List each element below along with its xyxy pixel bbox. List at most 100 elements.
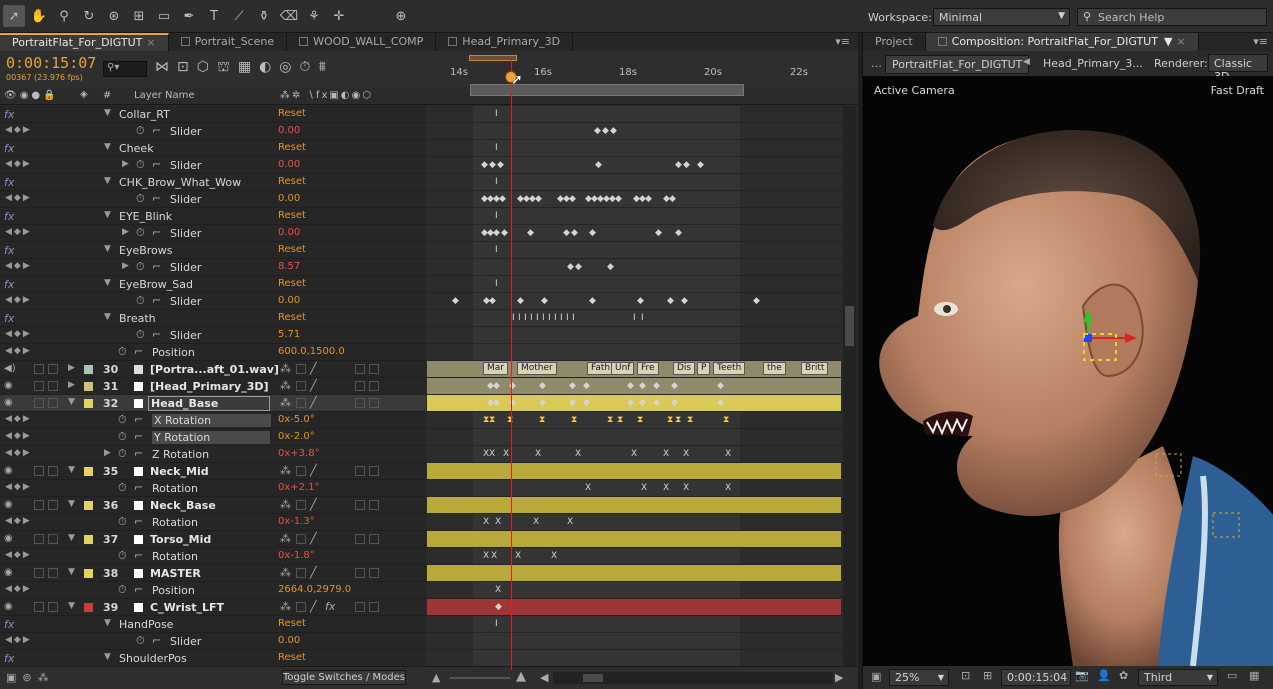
graph-icon[interactable]: ⌐ [152,328,161,341]
keyframe[interactable]: ◆ [697,160,704,170]
keyframe-track[interactable]: I [427,106,841,123]
keyframe-track[interactable]: I [427,208,841,225]
keyframe[interactable]: ◆ [655,228,662,238]
layer-row[interactable]: ◉ ▼ 39 C_Wrist_LFT ⁂ ╱ fx [0,599,426,616]
adjustment-switch[interactable] [369,602,379,612]
keyframe-track[interactable]: ◆ ◆ ◆ [427,259,841,276]
audio-marker[interactable]: Fre [637,362,659,375]
keyframe[interactable]: ◆ [683,160,690,170]
keyframe-track[interactable] [427,633,841,650]
motion-blur-switch[interactable] [355,500,365,510]
layer-name[interactable]: [Portra...aft_01.wav] [150,363,279,376]
twirl-right-icon[interactable]: ▶ [104,448,111,458]
effect-row[interactable]: fx ▼ HandPose Reset [0,616,426,633]
graph-icon[interactable]: ⌐ [134,413,143,426]
twirl-down-icon[interactable]: ▼ [68,601,75,611]
fast-previews-icon[interactable]: ▭ [1227,669,1237,682]
current-time[interactable]: 0:00:15:07 [6,54,96,72]
effect-row[interactable]: fx ▼ Cheek Reset [0,140,426,157]
audio-marker[interactable]: P [697,362,711,375]
solo-box[interactable] [34,534,44,544]
collapse-switch[interactable] [296,466,306,476]
twirl-down-icon[interactable]: ▼ [104,176,111,186]
layer-search-input[interactable]: ⚲▾ [103,61,147,77]
effect-row[interactable]: fx ▼ EyeBrow_Sad Reset [0,276,426,293]
graph-icon[interactable]: ⌐ [152,634,161,647]
collapse-switch[interactable] [296,534,306,544]
keyframe-track[interactable]: ◆ ◆ ◆ ◆ ◆ ◆ ◆ ◆ ◆ ◆ [427,293,841,310]
keyframe[interactable]: X [515,551,521,561]
keyframe[interactable]: ◆ [615,194,622,204]
orbit-camera-icon[interactable]: ⊛ [103,5,125,27]
keyframe-nav-icon[interactable]: ◀◆▶ [5,329,32,339]
keyframe[interactable]: X [551,551,557,561]
label-color-swatch[interactable] [84,467,93,476]
graph-icon[interactable]: ⌐ [134,549,143,562]
graph-icon[interactable]: ⌐ [152,124,161,137]
effect-marker[interactable]: I [633,313,636,323]
solo-box[interactable] [34,381,44,391]
stopwatch-icon[interactable]: ⏱ [136,328,145,342]
keyframe[interactable]: X [483,551,489,561]
fx-icon[interactable]: fx [4,312,14,325]
keyframe-track[interactable]: XXXX [427,514,841,531]
effect-marker[interactable]: I [554,313,557,323]
chevron-down-icon[interactable]: ▼ [1164,35,1172,48]
fx-icon[interactable]: fx [4,142,14,155]
layer-name[interactable]: Head_Base [148,396,270,411]
property-value[interactable]: 600.0,1500.0 [278,346,345,357]
keyframe-track[interactable]: I [427,174,841,191]
fx-icon[interactable]: fx [4,652,14,665]
effect-row[interactable]: fx ▼ ShoulderPos Reset [0,650,426,666]
layer-row[interactable]: ◉ ▼ 36 Neck_Base ⁂ ╱ [0,497,426,514]
keyframe-nav-icon[interactable]: ◀◆▶ [5,295,32,305]
transparency-grid-icon[interactable]: ▦ [1249,669,1259,682]
graph-icon[interactable]: ⌐ [152,158,161,171]
keyframe[interactable]: ⧗ [539,415,545,425]
keyframe[interactable]: ⧗ [687,415,693,425]
stopwatch-icon[interactable]: ⏱ [118,447,127,461]
keyframe[interactable]: ◆ [569,398,576,408]
keyframe[interactable]: ◆ [481,160,488,170]
zoom-in-icon[interactable]: ▲ [516,669,526,684]
shy-switch-icon[interactable]: ⁂ [280,396,291,409]
keyframe[interactable]: X [533,517,539,527]
eye-icon[interactable]: ◉ [4,601,13,612]
twirl-right-icon[interactable]: ▶ [68,363,75,373]
keyframe-nav-icon[interactable]: ◀◆▶ [5,159,32,169]
stopwatch-icon[interactable]: ⏱ [118,413,127,427]
time-navigator[interactable] [469,55,517,61]
timeline-graph[interactable]: I ◆ ◆ ◆ I ◆ ◆ ◆ ◆ ◆ ◆ ◆ I ◆ ◆ ◆ ◆ ◆ ◆ ◆ ◆ ◆ ◆ ◆ ◆ ◆ ◆ ◆ ◆ ◆ ◆ ◆ ◆ ◆ ◆ I ◆ ◆ ◆ ◆… [427,106,841,666]
effect-row[interactable]: fx ▼ Collar_RT Reset [0,106,426,123]
fx-icon[interactable]: fx [4,278,14,291]
property-value[interactable]: 5.71 [278,329,300,340]
motion-blur-icon[interactable]: ◐ [259,59,271,77]
label-color-swatch[interactable] [84,382,93,391]
search-help-input[interactable]: ⚲ Search Help [1077,8,1267,26]
shy-switch-icon[interactable]: ⁂ [280,600,291,613]
graph-icon[interactable]: ⌐ [152,192,161,205]
property-value[interactable]: 2664.0,2979.0 [278,584,351,595]
twirl-down-icon[interactable]: ▼ [68,499,75,509]
roto-brush-icon[interactable]: ⚘ [303,5,325,27]
keyframe[interactable]: ⧗ [723,415,729,425]
keyframe-nav-icon[interactable]: ◀◆▶ [5,193,32,203]
stopwatch-icon[interactable]: ⏱ [136,294,145,308]
property-row[interactable]: ◀◆▶ ⏱ ⌐ Slider 0.00 [0,123,426,140]
layer-name[interactable]: MASTER [150,567,201,580]
scroll-right-icon[interactable]: ▶ [835,671,843,684]
quality-switch-icon[interactable]: ╱ [310,566,317,579]
twirl-down-icon[interactable]: ▼ [104,142,111,152]
effect-reset-link[interactable]: Reset [278,618,306,629]
axis-mode-icon[interactable]: ⊕ [390,5,412,27]
property-row[interactable]: ◀◆▶ ⏱ ⌐ Position 2664.0,2979.0 [0,582,426,599]
layer-row[interactable]: ◉ ▶ 31 [Head_Primary_3D] ⁂ ╱ [0,378,426,395]
shy-switch-icon[interactable]: ⁂ [280,379,291,392]
keyframe[interactable]: ◆ [594,126,601,136]
property-value[interactable]: 0x-2.0° [278,431,315,442]
property-row[interactable]: ◀◆▶ ▶ ⏱ ⌐ Slider 8.57 [0,259,426,276]
stopwatch-icon[interactable]: ⏱ [136,192,145,206]
keyframe[interactable]: ◆ [669,194,676,204]
twirl-down-icon[interactable]: ▼ [68,397,75,407]
layer-row[interactable]: ◉ ▼ 37 Torso_Mid ⁂ ╱ [0,531,426,548]
